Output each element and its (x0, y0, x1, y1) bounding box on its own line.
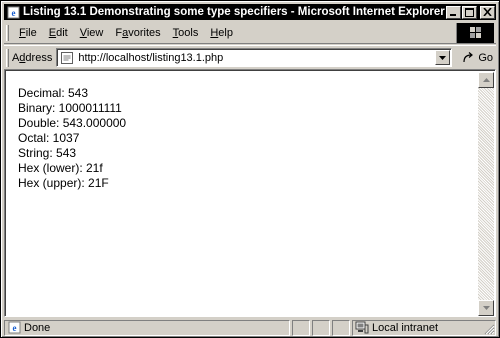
content-area: Decimal: 543 Binary: 1000011111 Double: … (4, 69, 496, 317)
toolbar-grip[interactable] (6, 48, 9, 67)
address-bar: Address Go (4, 45, 496, 69)
arrow-down-icon (482, 306, 490, 310)
title-bar[interactable]: e Listing 13.1 Demonstrating some type s… (4, 4, 496, 20)
menu-bar: File Edit View Favorites Tools Help (4, 22, 496, 44)
browser-window: e Listing 13.1 Demonstrating some type s… (0, 0, 500, 338)
status-bar: e Done Local intranet (4, 319, 496, 336)
menu-view[interactable]: View (74, 24, 110, 42)
chevron-down-icon (439, 55, 447, 60)
address-input[interactable] (78, 49, 436, 66)
output-binary: Binary: 1000011111 (18, 101, 122, 115)
scroll-up-button[interactable] (478, 72, 494, 88)
page-icon (59, 50, 75, 66)
go-button[interactable]: Go (458, 48, 496, 68)
output-decimal: Decimal: 543 (18, 86, 89, 100)
status-pane (292, 319, 310, 336)
output-hex-lower: Hex (lower): 21f (18, 161, 103, 175)
menu-file[interactable]: File (13, 24, 43, 42)
output-octal: Octal: 1037 (18, 131, 80, 145)
zone-text: Local intranet (372, 321, 439, 334)
menu-help[interactable]: Help (204, 24, 239, 42)
svg-text:e: e (11, 8, 15, 18)
menu-favorites[interactable]: Favorites (109, 24, 166, 42)
output-hex-upper: Hex (upper): 21F (18, 176, 109, 190)
scroll-down-button[interactable] (478, 300, 494, 316)
menu-tools[interactable]: Tools (167, 24, 205, 42)
output-double: Double: 543.000000 (18, 116, 127, 130)
maximize-icon (465, 7, 474, 17)
address-combobox[interactable] (56, 48, 453, 67)
maximize-button[interactable] (462, 5, 477, 19)
menu-edit[interactable]: Edit (43, 24, 74, 42)
close-icon (483, 8, 492, 16)
ie-page-icon: e (6, 5, 20, 19)
computer-icon (355, 321, 369, 335)
vertical-scrollbar[interactable] (478, 72, 494, 316)
status-text: Done (24, 321, 51, 334)
svg-text:e: e (12, 323, 16, 333)
minimize-icon (450, 14, 456, 16)
close-button[interactable] (480, 5, 495, 19)
resize-grip-icon[interactable] (483, 323, 495, 335)
status-pane (312, 319, 330, 336)
status-pane-main: e Done (4, 319, 290, 336)
address-dropdown-button[interactable] (435, 50, 451, 65)
status-pane (332, 319, 350, 336)
page-body: Decimal: 543 Binary: 1000011111 Double: … (7, 72, 481, 316)
ie-done-icon: e (7, 321, 21, 335)
go-arrow-icon (461, 51, 475, 65)
window-title: Listing 13.1 Demonstrating some type spe… (23, 6, 445, 18)
output-string: String: 543 (18, 146, 77, 160)
minimize-button[interactable] (446, 5, 461, 19)
status-zone-pane: Local intranet (352, 319, 496, 336)
address-label: Address (11, 51, 53, 64)
arrow-up-icon (482, 78, 490, 82)
windows-logo-icon (456, 23, 494, 43)
toolbar-grip[interactable] (6, 24, 9, 41)
